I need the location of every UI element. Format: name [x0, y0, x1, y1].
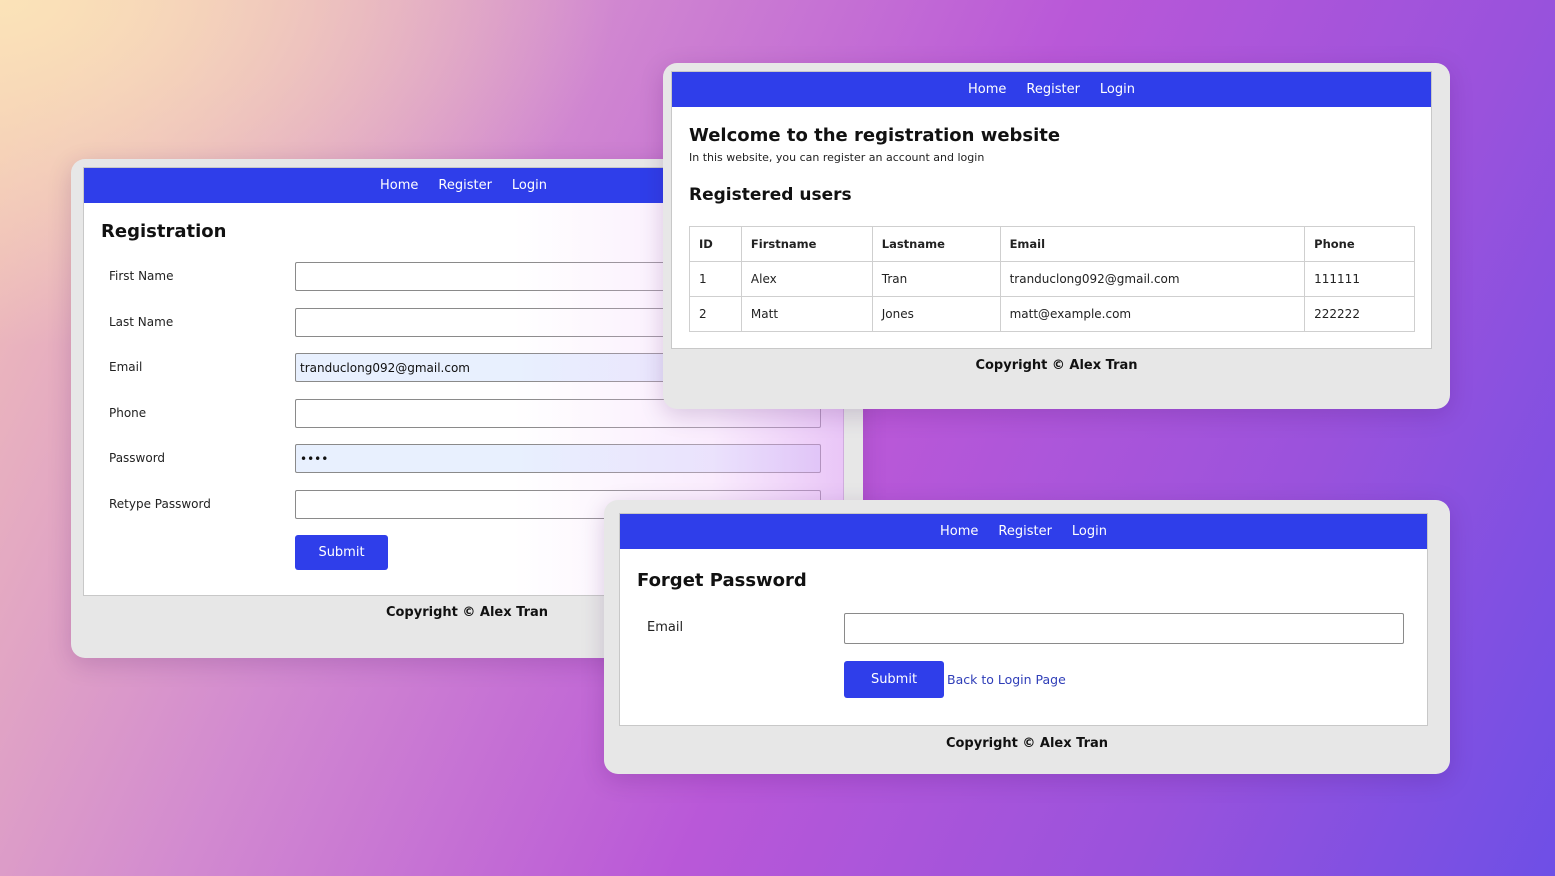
- first-name-label: First Name: [109, 269, 174, 283]
- footer-copyright: Copyright © Alex Tran: [945, 736, 1109, 751]
- cell-firstname: Alex: [740, 261, 873, 297]
- page-title: Registration: [101, 221, 227, 242]
- column-header-lastname: Lastname: [871, 226, 1001, 262]
- cell-phone: 111111: [1304, 261, 1415, 297]
- forget-password-window: Home Register Login Forget Password Emai…: [604, 500, 1450, 774]
- column-header-phone: Phone: [1304, 226, 1415, 262]
- page-title: Welcome to the registration website: [689, 125, 1061, 146]
- forget-password-page: Home Register Login Forget Password Emai…: [619, 513, 1428, 726]
- cell-phone: 222222: [1304, 296, 1415, 332]
- nav-register-link[interactable]: Register: [1026, 82, 1080, 97]
- cell-email: tranduclong092@gmail.com: [999, 261, 1306, 297]
- cell-lastname: Tran: [871, 261, 1001, 297]
- users-heading: Registered users: [689, 185, 852, 205]
- cell-id: 2: [689, 296, 742, 332]
- home-window: Home Register Login Welcome to the regis…: [663, 63, 1450, 409]
- table-header-row: ID Firstname Lastname Email Phone: [689, 226, 1415, 262]
- nav-home-link[interactable]: Home: [968, 82, 1006, 97]
- cell-firstname: Matt: [740, 296, 873, 332]
- back-to-login-link[interactable]: Back to Login Page: [947, 672, 1066, 687]
- submit-button[interactable]: Submit: [844, 661, 944, 698]
- email-label: Email: [109, 360, 143, 374]
- nav-login-link[interactable]: Login: [1072, 524, 1107, 539]
- home-page: Home Register Login Welcome to the regis…: [671, 71, 1432, 349]
- nav-login-link[interactable]: Login: [512, 178, 547, 193]
- cell-id: 1: [689, 261, 742, 297]
- cell-lastname: Jones: [871, 296, 1001, 332]
- nav-login-link[interactable]: Login: [1100, 82, 1135, 97]
- column-header-email: Email: [999, 226, 1306, 262]
- nav-register-link[interactable]: Register: [998, 524, 1052, 539]
- table-row: 1 Alex Tran tranduclong092@gmail.com 111…: [689, 261, 1415, 297]
- email-label: Email: [647, 620, 684, 635]
- submit-button[interactable]: Submit: [295, 535, 388, 570]
- nav-register-link[interactable]: Register: [438, 178, 492, 193]
- nav-home-link[interactable]: Home: [940, 524, 978, 539]
- navbar: Home Register Login: [620, 514, 1427, 549]
- password-label: Password: [109, 451, 166, 465]
- password-field[interactable]: [295, 444, 821, 473]
- email-field[interactable]: [844, 613, 1404, 644]
- page-title: Forget Password: [637, 570, 807, 591]
- column-header-id: ID: [689, 226, 742, 262]
- footer-copyright: Copyright © Alex Tran: [975, 358, 1138, 373]
- table-row: 2 Matt Jones matt@example.com 222222: [689, 296, 1415, 332]
- last-name-label: Last Name: [109, 315, 174, 329]
- page-subtitle: In this website, you can register an acc…: [689, 151, 985, 164]
- nav-home-link[interactable]: Home: [380, 178, 418, 193]
- column-header-firstname: Firstname: [740, 226, 873, 262]
- navbar: Home Register Login: [672, 72, 1431, 107]
- phone-label: Phone: [109, 406, 147, 420]
- cell-email: matt@example.com: [999, 296, 1306, 332]
- retype-password-label: Retype Password: [109, 497, 211, 511]
- users-table: ID Firstname Lastname Email Phone 1 Alex…: [689, 226, 1415, 332]
